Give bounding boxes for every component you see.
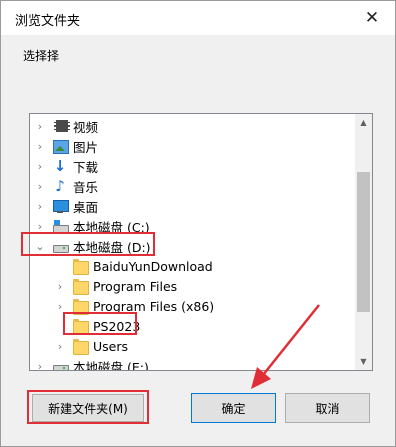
vertical-scrollbar[interactable]: ▲ ▼ bbox=[355, 114, 372, 370]
tree-item-pictures[interactable]: › 图片 bbox=[34, 136, 98, 156]
chevron-right-icon[interactable]: › bbox=[54, 340, 66, 353]
highlight-box-ps2023 bbox=[63, 312, 137, 335]
tree-item-label: 本地磁盘 (E:) bbox=[73, 359, 149, 371]
tree-item-users[interactable]: › Users bbox=[54, 336, 128, 356]
tree-item-label: 视频 bbox=[73, 119, 99, 135]
tree-item-label: Users bbox=[93, 338, 129, 354]
folder-icon bbox=[72, 258, 89, 275]
chevron-right-icon[interactable]: › bbox=[54, 280, 66, 293]
close-button[interactable]: ✕ bbox=[349, 1, 395, 35]
desktop-icon bbox=[52, 198, 69, 214]
chevron-right-icon[interactable]: › bbox=[34, 140, 46, 153]
folder-icon bbox=[72, 278, 89, 295]
chevron-right-icon[interactable]: › bbox=[34, 180, 46, 193]
cancel-button[interactable]: 取消 bbox=[285, 393, 370, 423]
scroll-down-icon[interactable]: ▼ bbox=[355, 353, 372, 370]
tree-item-baiduyundownload[interactable]: BaiduYunDownload bbox=[54, 256, 213, 276]
picture-icon bbox=[52, 138, 69, 154]
tree-item-label: 音乐 bbox=[73, 179, 99, 195]
download-icon: ↓ bbox=[53, 157, 67, 175]
new-folder-button[interactable]: 新建文件夹(M) bbox=[32, 394, 144, 422]
tree-item-label: 图片 bbox=[73, 139, 99, 155]
tree-item-desktop[interactable]: › 桌面 bbox=[34, 196, 98, 216]
scrollbar-thumb[interactable] bbox=[357, 172, 370, 312]
video-icon bbox=[52, 118, 70, 134]
title-bar: 浏览文件夹 ✕ bbox=[1, 1, 395, 35]
tree-item-label: 桌面 bbox=[73, 199, 99, 215]
tree-item-drive-e[interactable]: › 本地磁盘 (E:) bbox=[34, 356, 149, 371]
tree-item-program-files[interactable]: › Program Files bbox=[54, 276, 177, 296]
chevron-right-icon[interactable]: › bbox=[34, 200, 46, 213]
window-title: 浏览文件夹 bbox=[15, 14, 81, 29]
tree-item-downloads[interactable]: › ↓ 下载 bbox=[34, 156, 98, 176]
browse-folder-dialog: 浏览文件夹 ✕ 选择择 › 视频 › 图片 › ↓ 下载 › ♪ 音乐 › 桌面 bbox=[0, 0, 396, 447]
music-icon: ♪ bbox=[55, 177, 65, 195]
folder-icon bbox=[72, 338, 89, 355]
dialog-prompt: 选择择 bbox=[23, 49, 60, 63]
tree-item-label: 下载 bbox=[73, 159, 99, 175]
tree-item-label: Program Files bbox=[93, 278, 178, 294]
highlight-box-drive-d bbox=[21, 232, 155, 256]
chevron-right-icon[interactable]: › bbox=[54, 300, 66, 313]
scroll-up-icon[interactable]: ▲ bbox=[355, 114, 372, 131]
chevron-right-icon[interactable]: › bbox=[34, 360, 46, 371]
ok-button[interactable]: 确定 bbox=[191, 393, 276, 423]
tree-item-videos[interactable]: › 视频 bbox=[34, 116, 98, 136]
chevron-right-icon[interactable]: › bbox=[34, 220, 46, 233]
chevron-right-icon[interactable]: › bbox=[34, 160, 46, 173]
chevron-right-icon[interactable]: › bbox=[34, 120, 46, 133]
tree-item-label: BaiduYunDownload bbox=[93, 258, 213, 274]
drive-icon bbox=[52, 358, 69, 370]
tree-item-music[interactable]: › ♪ 音乐 bbox=[34, 176, 98, 196]
